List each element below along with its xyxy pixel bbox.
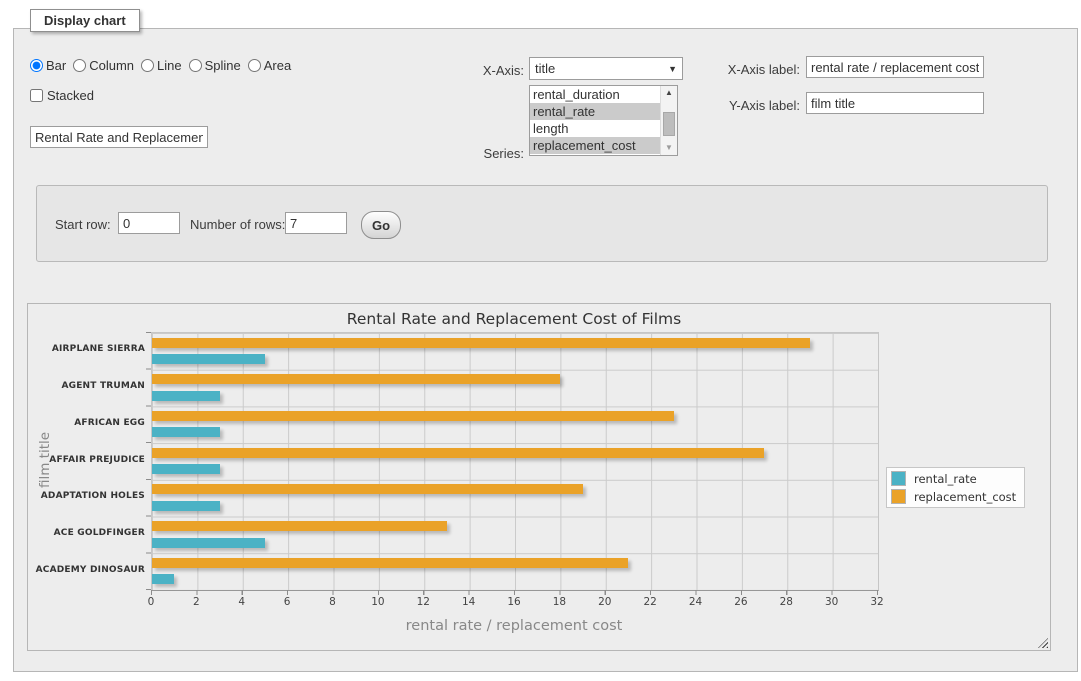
x-tick-label: 26 (721, 596, 761, 608)
x-tick-label: 30 (812, 596, 852, 608)
chart-type-radio-spline[interactable] (189, 59, 202, 72)
x-tick-label: 20 (585, 596, 625, 608)
series-listbox-label: Series: (440, 146, 524, 161)
x-tick-label: 0 (131, 596, 171, 608)
bar-rental_rate (152, 574, 174, 584)
x-axis-ticks (151, 590, 879, 595)
scrollbar-down-icon[interactable]: ▼ (661, 141, 677, 155)
series-option-length[interactable]: length (530, 120, 660, 137)
x-axis-label-input[interactable] (806, 56, 984, 78)
series-option-replacement_cost[interactable]: replacement_cost (530, 137, 660, 154)
bar-rental_rate (152, 427, 220, 437)
chart-type-option-spline[interactable]: Spline (189, 58, 241, 73)
x-tick-label: 22 (630, 596, 670, 608)
stacked-option[interactable]: Stacked (30, 88, 94, 103)
chart-type-label: Bar (46, 58, 66, 73)
legend-swatch-rental_rate (891, 471, 906, 486)
chart-type-radio-area[interactable] (248, 59, 261, 72)
resize-grip-icon[interactable] (1038, 638, 1048, 648)
x-axis-select[interactable]: title ▼ (529, 57, 683, 80)
chart-type-option-area[interactable]: Area (248, 58, 291, 73)
category-label: AIRPLANE SIERRA (28, 344, 145, 355)
series-options: rental_durationrental_ratelengthreplacem… (530, 86, 660, 155)
chart-type-label: Area (264, 58, 291, 73)
chart-legend: rental_rate replacement_cost (886, 467, 1025, 508)
bar-replacement_cost (152, 484, 583, 494)
bar-rental_rate (152, 501, 220, 511)
start-row-label: Start row: (55, 217, 111, 232)
x-tick-label: 18 (539, 596, 579, 608)
bar-replacement_cost (152, 338, 810, 348)
chart-type-option-bar[interactable]: Bar (30, 58, 66, 73)
x-axis-label-caption: X-Axis label: (688, 62, 800, 77)
bar-replacement_cost (152, 374, 560, 384)
chart-type-radio-bar[interactable] (30, 59, 43, 72)
x-tick-label: 8 (313, 596, 353, 608)
fieldset-legend: Display chart (30, 9, 140, 32)
x-axis-title: rental rate / replacement cost (151, 618, 877, 634)
chart-type-label: Spline (205, 58, 241, 73)
bar-rental_rate (152, 464, 220, 474)
category-label: ACADEMY DINOSAUR (28, 565, 145, 576)
chart-type-radio-group: Bar Column Line Spline Area (30, 57, 291, 73)
x-tick-label: 14 (449, 596, 489, 608)
y-axis-ticks (146, 332, 151, 591)
x-axis-selected-value: title (535, 61, 555, 76)
bar-replacement_cost (152, 558, 628, 568)
category-label: AFFAIR PREJUDICE (28, 455, 145, 466)
bar-replacement_cost (152, 411, 674, 421)
x-tick-label: 10 (358, 596, 398, 608)
legend-label: rental_rate (914, 472, 977, 486)
stacked-checkbox[interactable] (30, 89, 43, 102)
x-tick-label: 4 (222, 596, 262, 608)
legend-item-replacement_cost: replacement_cost (891, 489, 1016, 504)
scrollbar-thumb[interactable] (663, 112, 675, 136)
stacked-label: Stacked (47, 88, 94, 103)
chart-type-label: Column (89, 58, 134, 73)
chart-title-input[interactable] (30, 126, 208, 148)
bar-replacement_cost (152, 448, 764, 458)
y-axis-label-caption: Y-Axis label: (688, 98, 800, 113)
bar-rental_rate (152, 538, 265, 548)
series-listbox: rental_durationrental_ratelengthreplacem… (529, 85, 678, 156)
bar-replacement_cost (152, 521, 447, 531)
number-of-rows-input[interactable] (285, 212, 347, 234)
category-label: AGENT TRUMAN (28, 381, 145, 392)
row-controls-panel (36, 185, 1048, 262)
x-tick-label: 32 (857, 596, 897, 608)
scrollbar-up-icon[interactable]: ▲ (661, 86, 677, 100)
chart-type-option-column[interactable]: Column (73, 58, 134, 73)
bar-rental_rate (152, 391, 220, 401)
chart-type-radio-line[interactable] (141, 59, 154, 72)
series-scrollbar[interactable]: ▲ ▼ (660, 86, 677, 155)
legend-label: replacement_cost (914, 490, 1016, 504)
go-button[interactable]: Go (361, 211, 401, 239)
bar-rental_rate (152, 354, 265, 364)
start-row-input[interactable] (118, 212, 180, 234)
x-tick-label: 28 (766, 596, 806, 608)
legend-swatch-replacement_cost (891, 489, 906, 504)
series-option-rental_duration[interactable]: rental_duration (530, 86, 660, 103)
chart-container: Rental Rate and Replacement Cost of Film… (27, 303, 1051, 651)
series-option-rental_rate[interactable]: rental_rate (530, 103, 660, 120)
chart-type-option-line[interactable]: Line (141, 58, 182, 73)
chart-title: Rental Rate and Replacement Cost of Film… (151, 310, 877, 328)
x-tick-label: 24 (676, 596, 716, 608)
legend-item-rental_rate: rental_rate (891, 471, 1016, 486)
category-label: AFRICAN EGG (28, 418, 145, 429)
category-label: ADAPTATION HOLES (28, 491, 145, 502)
x-tick-label: 16 (494, 596, 534, 608)
chart-plot-area (151, 332, 879, 591)
chart-type-label: Line (157, 58, 182, 73)
number-of-rows-label: Number of rows: (190, 217, 285, 232)
x-tick-label: 12 (403, 596, 443, 608)
category-label: ACE GOLDFINGER (28, 528, 145, 539)
x-tick-label: 6 (267, 596, 307, 608)
chart-type-radio-column[interactable] (73, 59, 86, 72)
x-tick-label: 2 (176, 596, 216, 608)
chevron-down-icon: ▼ (668, 64, 677, 74)
y-axis-label-input[interactable] (806, 92, 984, 114)
x-axis-select-label: X-Axis: (440, 63, 524, 78)
